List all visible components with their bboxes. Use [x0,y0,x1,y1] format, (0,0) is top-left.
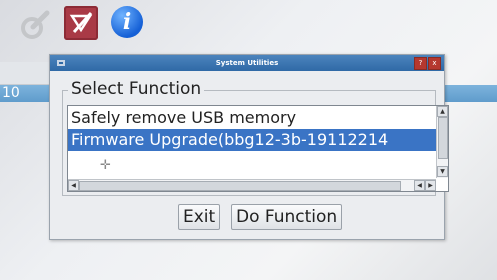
close-button[interactable]: x [428,57,441,70]
tool-icon[interactable] [19,10,51,42]
background-row-text: 10 [2,85,20,101]
function-listbox[interactable]: Safely remove USB memory Firmware Upgrad… [67,105,449,192]
scroll-up-button[interactable]: ▲ [437,106,448,117]
help-button[interactable]: ? [414,57,427,70]
list-item-firmware-upgrade[interactable]: Firmware Upgrade(bbg12-3b-19112214 [68,129,441,151]
config-icon[interactable] [64,6,98,40]
dialog-titlebar[interactable]: System Utilities ? x [50,55,444,71]
list-item-safely-remove-usb[interactable]: Safely remove USB memory [68,107,441,129]
scroll-down-button[interactable]: ▼ [437,166,448,177]
do-function-button[interactable]: Do Function [231,204,343,230]
group-title: Select Function [68,79,205,99]
system-utilities-dialog: System Utilities ? x Select Function Saf… [49,54,449,240]
exit-button[interactable]: Exit [178,204,221,230]
vertical-scroll-thumb[interactable] [438,117,448,159]
info-icon[interactable]: i [111,6,143,38]
horizontal-scrollbar[interactable]: ◀ ◀ ▶ [68,179,436,191]
scroll-right-button[interactable]: ▶ [425,180,436,191]
scroll-left-button-right[interactable]: ◀ [414,180,425,191]
scroll-left-button[interactable]: ◀ [68,180,79,191]
vertical-scrollbar[interactable]: ▲ ▼ [436,106,448,178]
horizontal-scroll-thumb[interactable] [79,181,401,191]
mouse-cursor-icon: ✛ [100,158,111,173]
dialog-title: System Utilities [215,59,279,67]
